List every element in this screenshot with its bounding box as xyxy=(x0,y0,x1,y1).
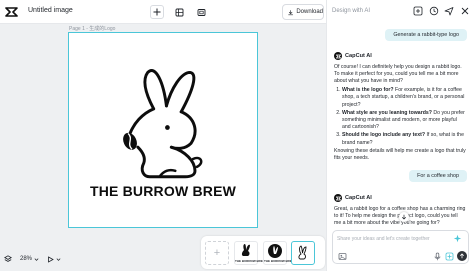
download-icon xyxy=(288,9,293,15)
play-icon xyxy=(48,255,54,263)
capcut-logo-icon xyxy=(335,54,341,58)
user-message: Generate a rabbit-type logo xyxy=(385,29,467,41)
download-label: Download xyxy=(296,9,323,15)
thumbnail-caption: THE BURROW BREW xyxy=(264,259,295,263)
rabbit-thumb-icon xyxy=(241,244,250,256)
question-title: What is the logo for? xyxy=(342,87,394,94)
bot-header: CapCut AI xyxy=(334,52,372,60)
scroll-down-button[interactable] xyxy=(399,212,409,222)
capcut-logo-icon xyxy=(335,196,341,200)
thumbnail-1[interactable]: THE BURROW BREW xyxy=(234,241,266,265)
image-upload-icon[interactable] xyxy=(338,252,347,261)
send-button[interactable] xyxy=(457,251,467,261)
bot-intro: Of course! I can definitely help you des… xyxy=(334,64,462,85)
question-item: What style are you leaning towards? Do y… xyxy=(342,110,466,132)
page-label: Page 1 - 生成的Logo xyxy=(69,26,116,32)
image-generate-icon[interactable] xyxy=(445,252,454,261)
screenshot-button[interactable] xyxy=(194,5,208,19)
zoom-level: 28% xyxy=(20,256,33,262)
question-item: Should the logo include any text? If so,… xyxy=(342,132,466,146)
grid-icon xyxy=(175,8,183,16)
capcut-ai-avatar xyxy=(334,194,342,202)
zoom-controls: 28% xyxy=(4,251,61,267)
question-title: What style are you leaning towards? xyxy=(342,109,432,116)
rabbit-thumb-icon xyxy=(298,245,307,260)
capcut-ai-avatar xyxy=(334,52,342,60)
panel-header: Design with AI xyxy=(327,0,474,24)
rabbit-thumb-icon xyxy=(268,244,282,258)
thumbnail-strip: + THE BURROW BREW THE BURROW BREW xyxy=(201,236,325,269)
download-button[interactable]: Download xyxy=(282,4,324,20)
chevron-down-icon xyxy=(56,257,61,261)
mic-icon[interactable] xyxy=(433,252,442,261)
capcut-logo-icon[interactable] xyxy=(5,6,18,18)
question-list: What is the logo for? For example, is it… xyxy=(334,87,466,147)
artboard[interactable]: THE BURROW BREW xyxy=(68,32,258,228)
document-title[interactable]: Untitled image xyxy=(28,7,73,14)
thumbnail-3-selected[interactable] xyxy=(291,241,315,265)
close-icon[interactable] xyxy=(460,6,470,16)
bot-message: Of course! I can definitely help you des… xyxy=(334,64,466,164)
bot-name: CapCut AI xyxy=(345,53,372,59)
panel-title: Design with AI xyxy=(332,8,371,14)
thumbnail-2[interactable]: THE BURROW BREW xyxy=(263,241,295,265)
play-control[interactable] xyxy=(47,255,61,263)
add-page-button[interactable]: + xyxy=(205,241,229,265)
chat-input-box[interactable] xyxy=(332,230,469,264)
layers-icon[interactable] xyxy=(4,255,12,263)
chevron-down-icon xyxy=(34,257,39,261)
question-item: What is the logo for? For example, is it… xyxy=(342,87,466,109)
send-icon[interactable] xyxy=(444,6,454,16)
plus-icon[interactable] xyxy=(413,6,423,16)
canvas-area[interactable]: Page 1 - 生成的Logo THE BURROW BREW xyxy=(0,24,326,271)
plus-icon xyxy=(153,8,161,16)
history-icon[interactable] xyxy=(429,6,439,16)
bot-name: CapCut AI xyxy=(345,195,372,201)
plus-icon: + xyxy=(213,247,221,259)
chat-input[interactable] xyxy=(337,234,449,244)
ai-chat-panel: Design with AI Generate a rabbit-type lo… xyxy=(326,0,474,271)
grid-button[interactable] xyxy=(172,5,186,19)
screenshot-icon xyxy=(197,8,205,16)
scroll-down-icon xyxy=(401,214,407,220)
user-message: For a coffee shop xyxy=(409,170,467,182)
question-title: Should the logo include any text? xyxy=(342,132,426,139)
sparkle-icon[interactable] xyxy=(453,234,462,243)
zoom-selector[interactable]: 28% xyxy=(20,256,39,262)
bot-outro: Knowing these details will help me creat… xyxy=(334,148,466,162)
bot-header: CapCut AI xyxy=(334,194,372,202)
add-button[interactable] xyxy=(150,5,164,19)
top-bar: Untitled image Download xyxy=(0,0,326,24)
thumbnail-caption: THE BURROW BREW xyxy=(235,259,266,263)
arrow-up-icon xyxy=(460,253,464,259)
message-list[interactable]: Generate a rabbit-type logo CapCut AI Of… xyxy=(327,24,474,230)
brand-text: THE BURROW BREW xyxy=(89,183,237,199)
